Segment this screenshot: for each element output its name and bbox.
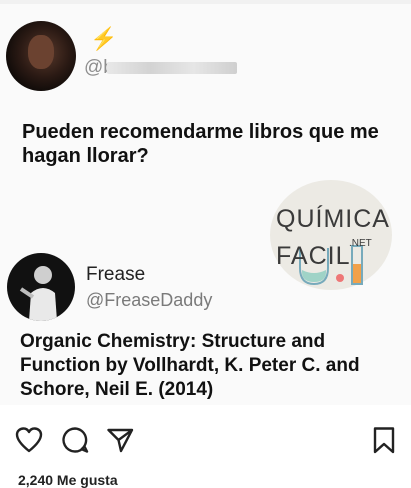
person-icon — [19, 266, 57, 321]
watermark-line-2: FACIL — [276, 242, 351, 270]
lightning-icon: ⚡ — [90, 26, 118, 51]
action-bar — [0, 425, 411, 465]
avatar[interactable] — [6, 21, 76, 91]
watermark-line-1: QUÍMICA — [276, 205, 390, 233]
avatar[interactable] — [7, 253, 75, 321]
instagram-post-image: ⚡ @b Pueden recomendarme libros que me h… — [0, 0, 411, 405]
divider — [0, 0, 411, 4]
redacted-handle — [107, 62, 237, 74]
watermark-suffix: .NET — [349, 238, 372, 249]
watermark-logo: QUÍMICA FACIL .NET — [270, 180, 396, 290]
likes-count[interactable]: 2,240 Me gusta — [18, 472, 118, 488]
bookmark-icon[interactable] — [370, 425, 398, 455]
comment-icon[interactable] — [61, 425, 89, 455]
share-icon[interactable] — [106, 425, 134, 455]
avatar-face — [28, 35, 54, 69]
tweet-text: Pueden recomendarme libros que me hagan … — [22, 121, 379, 167]
tweet-text: Organic Chemistry: Structure and Functio… — [20, 331, 360, 400]
author-name: Frease — [86, 264, 146, 285]
author-handle: @FreaseDaddy — [86, 290, 213, 310]
heart-icon[interactable] — [15, 425, 43, 455]
